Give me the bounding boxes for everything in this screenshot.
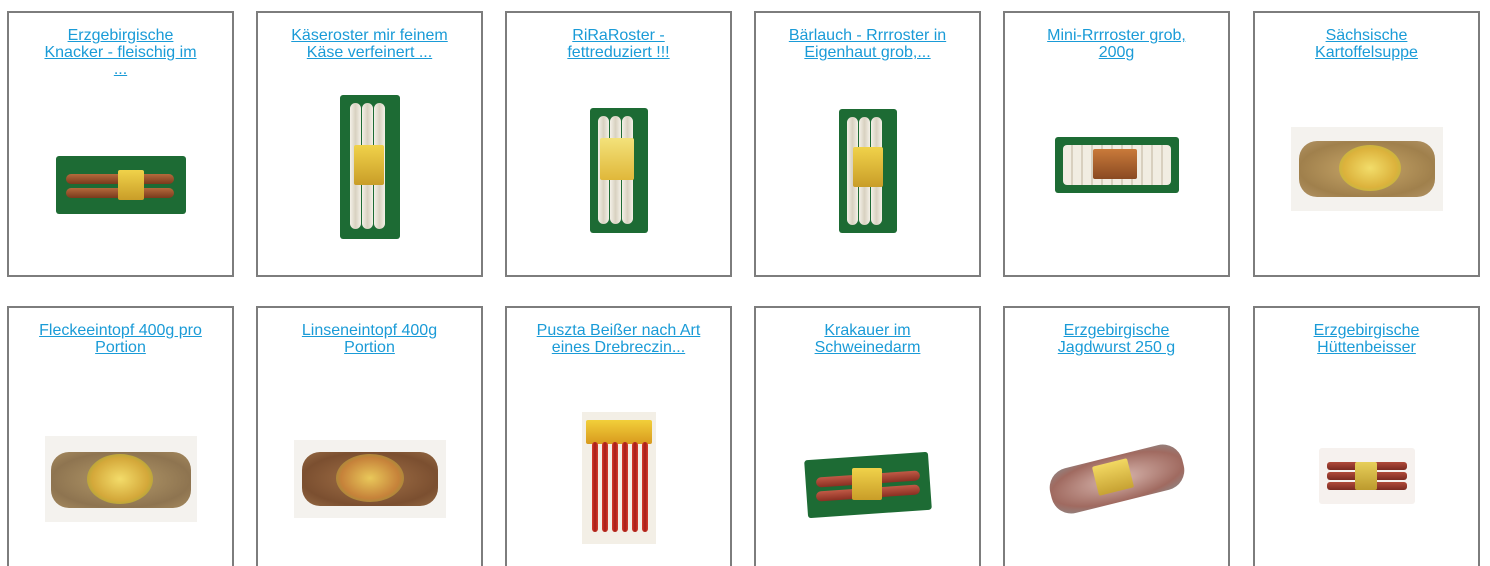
product-card[interactable]: Käseroster mir feinem Käse verfeinert ..… (256, 11, 483, 277)
riraroster-package-image[interactable] (589, 108, 648, 233)
product-card[interactable]: Krakauer im Schweinedarm (754, 306, 981, 566)
product-title-link[interactable]: Käseroster mir feinem Käse verfeinert ..… (264, 27, 475, 61)
product-card[interactable]: RiRaRoster - fettreduziert !!! (505, 11, 732, 277)
product-card[interactable]: Linseneintopf 400g Portion (256, 306, 483, 566)
product-title-link[interactable]: Sächsische Kartoffelsuppe (1261, 27, 1472, 61)
product-title-link[interactable]: RiRaRoster - fettreduziert !!! (513, 27, 724, 61)
product-grid: Erzgebirgische Knacker - fleischig im ..… (0, 0, 1490, 566)
product-card[interactable]: Erzgebirgische Hüttenbeisser (1253, 306, 1480, 566)
fleckeeintopf-package-image[interactable] (44, 436, 197, 522)
puszta-package-image[interactable] (581, 412, 656, 544)
product-card[interactable]: Puszta Beißer nach Art eines Drebreczin.… (505, 306, 732, 566)
product-title-link[interactable]: Fleckeeintopf 400g pro Portion (15, 322, 226, 356)
kartoffelsuppe-package-image[interactable] (1290, 127, 1443, 211)
huettenbeisser-package-image[interactable] (1318, 448, 1415, 504)
product-card[interactable]: Bärlauch - Rrrroster in Eigenhaut grob,.… (754, 11, 981, 277)
product-title-link[interactable]: Erzgebirgische Hüttenbeisser (1261, 322, 1472, 356)
product-title-link[interactable]: Puszta Beißer nach Art eines Drebreczin.… (513, 322, 724, 356)
product-card[interactable]: Sächsische Kartoffelsuppe (1253, 11, 1480, 277)
baerlauch-package-image[interactable] (838, 109, 897, 233)
product-card[interactable]: Erzgebirgische Jagdwurst 250 g (1003, 306, 1230, 566)
product-title-link[interactable]: Linseneintopf 400g Portion (264, 322, 475, 356)
product-card[interactable]: Erzgebirgische Knacker - fleischig im ..… (7, 11, 234, 277)
product-card[interactable]: Mini-Rrrroster grob, 200g (1003, 11, 1230, 277)
product-title-link[interactable]: Mini-Rrrroster grob, 200g (1011, 27, 1222, 61)
product-title-link[interactable]: Erzgebirgische Jagdwurst 250 g (1011, 322, 1222, 356)
product-title-link[interactable]: Bärlauch - Rrrroster in Eigenhaut grob,.… (762, 27, 973, 61)
product-title-link[interactable]: Krakauer im Schweinedarm (762, 322, 973, 356)
product-card[interactable]: Fleckeeintopf 400g pro Portion (7, 306, 234, 566)
krakauer-package-image[interactable] (802, 448, 934, 522)
knacker-package-image[interactable] (55, 156, 186, 214)
linseneintopf-package-image[interactable] (293, 440, 446, 518)
kaeseroster-package-image[interactable] (339, 95, 400, 239)
mini-rrrroster-package-image[interactable] (1054, 137, 1179, 193)
product-title-link[interactable]: Erzgebirgische Knacker - fleischig im ..… (15, 27, 226, 78)
jagdwurst-package-image[interactable] (1041, 432, 1193, 528)
